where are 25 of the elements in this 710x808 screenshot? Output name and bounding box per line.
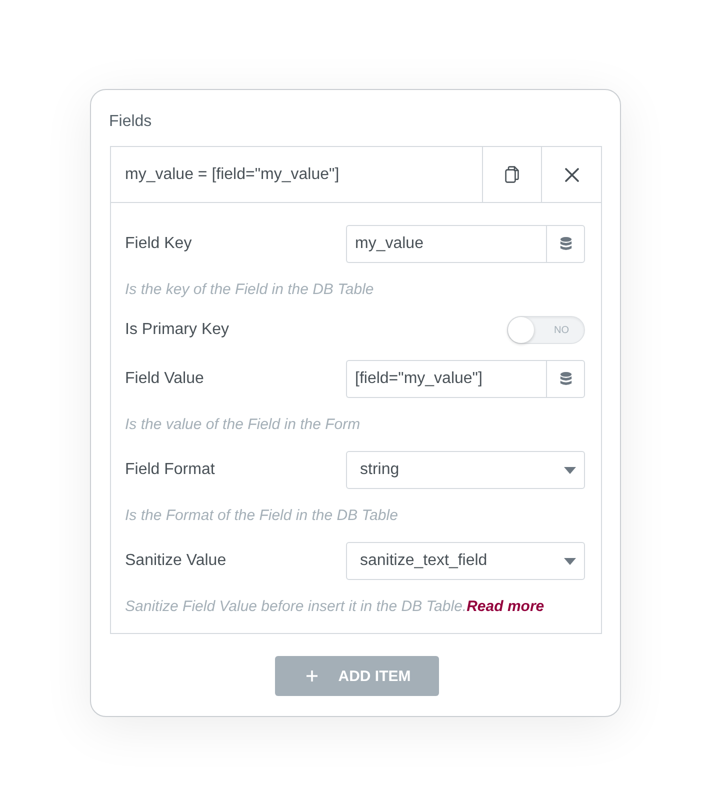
close-icon: [564, 168, 578, 182]
plus-icon: [306, 670, 318, 682]
help-text: Is the key of the Field in the DB Table: [125, 280, 375, 300]
caret-icon: [564, 466, 576, 474]
help-text: Is the value of the Field in the Form: [125, 415, 362, 435]
text-field[interactable]: my_value: [346, 225, 546, 263]
database-icon: [560, 372, 572, 386]
dynamic-tags-button[interactable]: [546, 360, 585, 398]
field-label: Is Primary Key: [125, 320, 230, 340]
database-icon: [560, 237, 572, 251]
item-title[interactable]: my_value = [field="my_value"]: [111, 147, 482, 202]
field-label: Sanitize Value: [125, 551, 226, 571]
select-field[interactable]: sanitize_text_field: [346, 542, 585, 580]
field-label: Field Value: [125, 369, 204, 389]
help-text: Sanitize Field Value before insert it in the DB Table.Read more: [125, 597, 546, 617]
field-label: Field Format: [125, 460, 215, 480]
copy-icon: [505, 166, 519, 183]
dynamic-tags-button[interactable]: [546, 225, 585, 263]
select-field[interactable]: string: [346, 451, 585, 489]
read-more-link[interactable]: Read more: [466, 598, 544, 615]
section-title: Fields: [109, 112, 152, 132]
field-label: Field Key: [125, 234, 192, 254]
caret-icon: [564, 558, 576, 564]
help-text: Is the Format of the Field in the DB Table: [125, 506, 399, 526]
text-field[interactable]: [field="my_value"]: [346, 360, 546, 398]
